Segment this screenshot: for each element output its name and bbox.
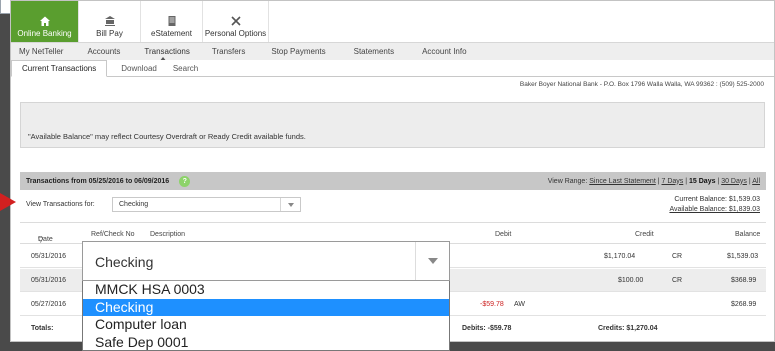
top-nav: Online Banking Bill Pay eStatement Perso…	[11, 1, 269, 42]
tab-label: eStatement	[151, 29, 192, 38]
option-computer-loan[interactable]: Computer loan	[83, 316, 449, 334]
row-credit: $100.00	[618, 277, 644, 284]
col-description[interactable]: Description	[150, 231, 185, 238]
tools-icon	[230, 16, 241, 26]
tertiary-nav: Current Transactions Download Search	[11, 60, 774, 77]
tab-bill-pay[interactable]: Bill Pay	[79, 1, 141, 42]
dropdown-options: MMCK HSA 0003 Checking Computer loan Saf…	[82, 281, 450, 351]
transactions-header-bar: Transactions from 05/25/2016 to 06/09/20…	[20, 172, 766, 190]
col-balance[interactable]: Balance	[735, 231, 760, 238]
col-ref[interactable]: Ref/Check No	[91, 231, 135, 238]
range-30-days[interactable]: 30 Days	[721, 178, 747, 185]
tab-online-banking[interactable]: Online Banking	[11, 1, 79, 42]
account-dropdown-open[interactable]: Checking	[82, 241, 450, 281]
account-filter: View Transactions for: Checking Current …	[20, 190, 766, 223]
row-balance: $368.99	[731, 277, 757, 284]
bank-icon	[104, 16, 115, 26]
nav-my-netteller[interactable]: My NetTeller	[11, 47, 71, 56]
filter-label: View Transactions for:	[26, 201, 95, 208]
account-select-value: Checking	[119, 201, 149, 208]
available-balance-link[interactable]: Available Balance: $1,839.03	[669, 206, 760, 213]
chevron-down-icon	[288, 203, 294, 207]
notice-box: "Available Balance" may reflect Courtesy…	[20, 102, 765, 148]
col-credit[interactable]: Credit	[635, 231, 654, 238]
option-mmck-hsa[interactable]: MMCK HSA 0003	[83, 281, 449, 299]
account-select[interactable]: Checking	[112, 197, 301, 212]
home-icon	[39, 16, 50, 26]
totals-credits: Credits: $1,270.04	[598, 325, 658, 332]
help-icon[interactable]: ?	[179, 175, 191, 187]
secondary-nav: My NetTeller Accounts Transactions Trans…	[11, 43, 774, 62]
notice-text: "Available Balance" may reflect Courtesy…	[28, 132, 306, 141]
document-icon	[168, 16, 175, 26]
nav-transactions[interactable]: Transactions	[128, 47, 198, 62]
tab-label: Online Banking	[17, 29, 72, 38]
view-range: View Range: Since Last Statement | 7 Day…	[547, 177, 760, 185]
range-all[interactable]: All	[752, 178, 760, 185]
option-checking[interactable]: Checking	[83, 298, 449, 316]
tab-personal-options[interactable]: Personal Options	[203, 1, 269, 42]
row-debit: -$59.78	[480, 301, 504, 308]
nav-stop-payments[interactable]: Stop Payments	[253, 47, 333, 56]
nav-accounts[interactable]: Accounts	[71, 47, 128, 56]
tab-search[interactable]: Search	[167, 64, 208, 73]
row-credit-code: CR	[672, 277, 683, 284]
totals-debits: Debits: -$59.78	[462, 325, 512, 332]
view-range-label: View Range:	[547, 177, 588, 185]
nav-label: Transactions	[144, 47, 190, 56]
row-credit-code: CR	[672, 253, 683, 260]
row-balance: $1,539.03	[727, 253, 759, 260]
row-date: 05/27/2016	[31, 301, 67, 308]
row-balance: $268.99	[731, 301, 757, 308]
tab-label: Bill Pay	[96, 29, 123, 38]
bank-address: Baker Boyer National Bank - P.O. Box 179…	[519, 81, 764, 88]
range-since-last-statement[interactable]: Since Last Statement	[589, 178, 656, 185]
row-debit-code: AW	[514, 301, 526, 308]
transactions-title: Transactions from 05/25/2016 to 06/09/20…	[26, 177, 170, 185]
range-15-days[interactable]: 15 Days	[689, 178, 715, 185]
sort-icon: ▽	[38, 237, 44, 244]
range-7-days[interactable]: 7 Days	[662, 178, 684, 185]
pointer-arrow	[0, 193, 16, 211]
row-credit: $1,170.04	[604, 253, 636, 260]
row-date: 05/31/2016	[31, 277, 67, 284]
nav-transfers[interactable]: Transfers	[198, 47, 254, 56]
chevron-down-icon	[428, 258, 438, 264]
current-balance: Current Balance: $1,539.03	[674, 196, 760, 203]
select-arrow[interactable]	[280, 198, 300, 211]
nav-statements[interactable]: Statements	[334, 47, 402, 56]
dropdown-arrow[interactable]	[415, 242, 449, 280]
row-date: 05/31/2016	[31, 253, 67, 260]
option-safe-dep[interactable]: Safe Dep 0001	[83, 334, 449, 351]
col-debit[interactable]: Debit	[495, 231, 511, 238]
tab-download[interactable]: Download	[107, 64, 167, 73]
tab-current-transactions[interactable]: Current Transactions	[11, 60, 108, 77]
tab-label: Personal Options	[204, 29, 267, 38]
tab-estatement[interactable]: eStatement	[141, 1, 203, 42]
dropdown-value: Checking	[95, 254, 154, 270]
totals-label: Totals:	[31, 325, 54, 332]
nav-account-info[interactable]: Account Info	[402, 47, 474, 56]
